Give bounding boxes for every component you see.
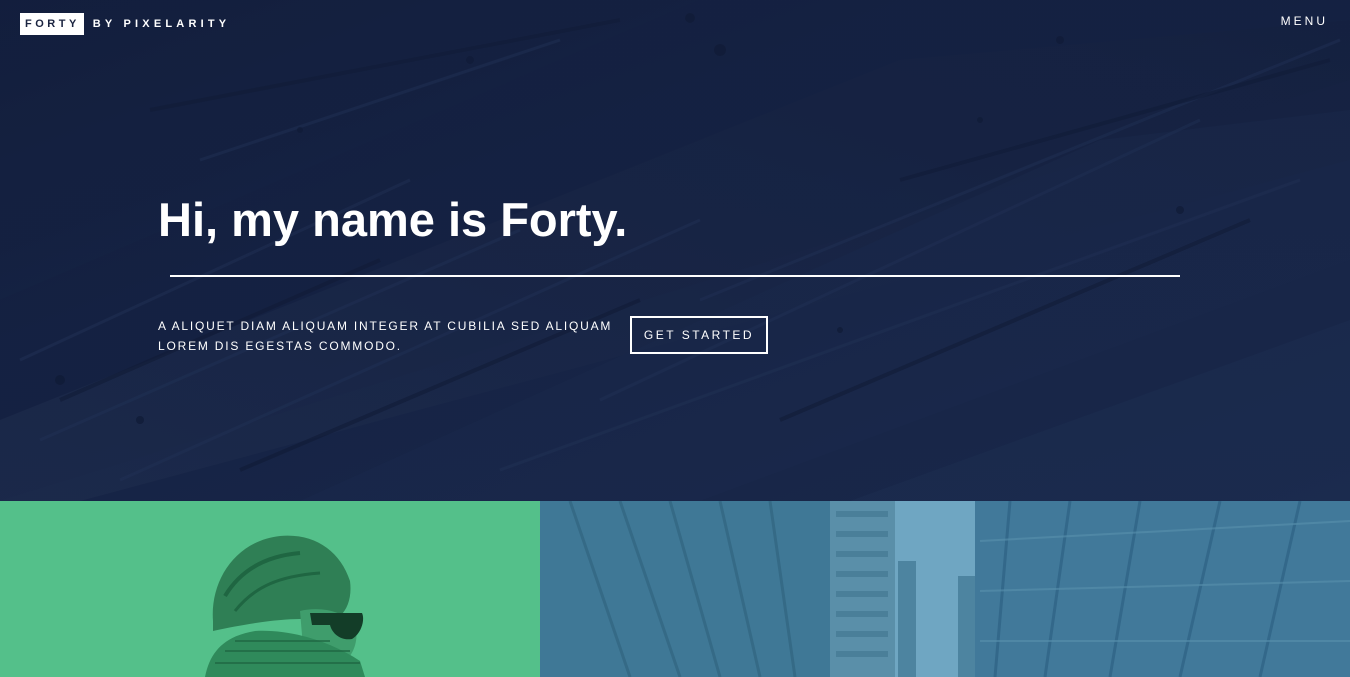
logo-forty-box: FORTY: [20, 13, 84, 35]
city-buildings-image: [540, 501, 1350, 677]
tile-city[interactable]: [540, 501, 1350, 677]
get-started-button[interactable]: GET STARTED: [630, 316, 768, 354]
banner-color-overlay: [0, 0, 1350, 501]
site-header: FORTY BY PIXELARITY MENU: [0, 0, 1350, 46]
banner: Hi, my name is Forty. A ALIQUET DIAM ALI…: [0, 0, 1350, 501]
banner-title: Hi, my name is Forty.: [158, 193, 628, 246]
tile-person[interactable]: [0, 501, 540, 677]
banner-divider: [170, 275, 1180, 277]
menu-button[interactable]: MENU: [1281, 14, 1328, 28]
logo-byline: BY PIXELARITY: [92, 18, 231, 30]
person-with-sunglasses-image: [0, 501, 540, 677]
banner-description: A ALIQUET DIAM ALIQUAM INTEGER AT CUBILI…: [158, 319, 613, 353]
site-logo-link[interactable]: FORTY BY PIXELARITY: [20, 13, 230, 35]
